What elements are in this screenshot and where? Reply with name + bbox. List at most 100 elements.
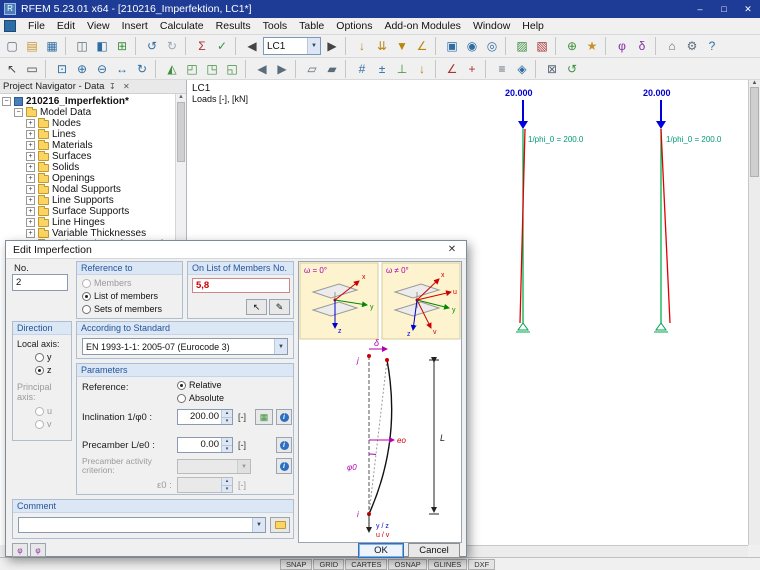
expander-icon[interactable]: + [26,207,35,216]
pin-icon[interactable]: ↧ [106,82,118,91]
help-icon[interactable]: ? [703,37,721,55]
navigator-toggle-icon[interactable]: ◧ [93,37,111,55]
radio-axis-v[interactable]: v [35,419,52,429]
expander-icon[interactable]: + [26,141,35,150]
menu-insert[interactable]: Insert [116,18,154,35]
radio-list-of-members[interactable]: List of members [82,291,158,301]
tree-item-lines[interactable]: + Lines [0,129,186,140]
view-in-y-icon[interactable]: ◳ [203,60,221,78]
tree-item-materials[interactable]: + Materials [0,140,186,151]
comment-browse-button[interactable] [270,517,290,533]
inclination-input[interactable]: 200.00 ▴ ▾ [177,409,233,425]
statusbar-cartes-toggle[interactable]: CARTES [345,558,388,570]
measure-icon[interactable]: ∠ [443,60,461,78]
expander-icon[interactable]: + [26,119,35,128]
menu-file[interactable]: File [22,18,51,35]
menu-calculate[interactable]: Calculate [154,18,210,35]
background-layers-icon[interactable]: ≡ [493,60,511,78]
pick-members-button[interactable]: ↖ [246,299,267,315]
inclination-info-button[interactable]: i [276,409,292,425]
tree-item-surfaces[interactable]: + Surfaces [0,151,186,162]
statusbar-osnap-toggle[interactable]: OSNAP [388,558,427,570]
zoom-out-icon[interactable]: ⊖ [93,60,111,78]
statusbar-dxf-toggle[interactable]: DXF [468,558,496,570]
menu-help[interactable]: Help [516,18,550,35]
tree-item-nodes[interactable]: + Nodes [0,118,186,129]
menu-table[interactable]: Table [293,18,330,35]
radio-sets-of-members[interactable]: Sets of members [82,304,162,314]
dialog-close-icon[interactable]: ✕ [438,241,466,259]
inclination-table-button[interactable]: ▦ [255,409,273,425]
previous-view-icon[interactable]: ◀ [253,60,271,78]
member-load-icon[interactable]: ⇊ [373,37,391,55]
view-isometric-icon[interactable]: ◭ [163,60,181,78]
phi-display-icon[interactable]: φ [613,37,631,55]
show-values-icon[interactable]: ± [373,60,391,78]
tables-toggle-icon[interactable]: ⊞ [113,37,131,55]
tree-item-variable-thicknesses[interactable]: + Variable Thicknesses [0,228,186,239]
no-input[interactable]: 2 [12,274,68,291]
radio-axis-y[interactable]: y [35,352,52,362]
standard-select[interactable]: EN 1993-1-1: 2005-07 (Eurocode 3) ▼ [82,338,288,355]
new-imperfection-button[interactable]: φ [12,543,28,557]
new-window-icon[interactable]: ▣ [443,37,461,55]
radio-axis-z[interactable]: z [35,365,52,375]
print-icon[interactable]: ◫ [73,37,91,55]
tree-item-solids[interactable]: + Solids [0,162,186,173]
loadcase-next-icon[interactable]: ▶ [323,37,341,55]
scroll-thumb[interactable] [750,87,759,177]
panel-close-icon[interactable]: ✕ [120,82,132,91]
wireframe-display-icon[interactable]: ▱ [303,60,321,78]
expander-icon[interactable]: − [14,108,23,117]
radio-axis-u[interactable]: u [35,406,52,416]
spinner-icons[interactable]: ▴ ▾ [221,438,232,452]
statusbar-grid-toggle[interactable]: GRID [313,558,345,570]
radio-absolute[interactable]: Absolute [177,393,224,403]
load-case-selector[interactable]: LC1 ▼ [263,37,321,55]
expander-icon[interactable]: + [26,218,35,227]
precamber-input[interactable]: 0.00 ▴ ▾ [177,437,233,453]
loadcase-previous-icon[interactable]: ◀ [243,37,261,55]
surface-load-icon[interactable]: ▼ [393,37,411,55]
spinner-icons[interactable]: ▴ ▾ [221,410,232,424]
statusbar-snap-toggle[interactable]: SNAP [280,558,313,570]
menu-edit[interactable]: Edit [51,18,81,35]
ok-button[interactable]: OK [358,543,404,558]
nodal-load-icon[interactable]: ↓ [353,37,371,55]
chevron-down-icon[interactable]: ▼ [307,38,320,54]
menu-add-on-modules[interactable]: Add-on Modules [378,18,466,35]
chevron-down-icon[interactable]: ▼ [274,339,287,354]
maximize-icon[interactable]: □ [712,0,736,18]
minimize-icon[interactable]: – [688,0,712,18]
comment-input[interactable]: ▼ [18,517,266,533]
menu-tools[interactable]: Tools [257,18,294,35]
view-in-x-icon[interactable]: ◰ [183,60,201,78]
vertical-scrollbar[interactable]: ▲ [748,80,760,545]
show-numbering-icon[interactable]: # [353,60,371,78]
display-properties-icon[interactable]: ◈ [513,60,531,78]
menu-window[interactable]: Window [467,18,516,35]
home-view-icon[interactable]: ⌂ [663,37,681,55]
favorites-icon[interactable]: ★ [583,37,601,55]
save-icon[interactable]: ▦ [43,37,61,55]
members-list-input[interactable]: 5,8 [192,278,290,293]
select-arrow-icon[interactable]: ↖ [3,60,21,78]
tree-root[interactable]: − 210216_Imperfektion* [0,96,186,107]
expander-icon[interactable]: + [26,185,35,194]
pan-icon[interactable]: ↔ [113,60,131,78]
menu-options[interactable]: Options [330,18,378,35]
dialog-titlebar[interactable]: Edit Imperfection ✕ [6,241,466,259]
expander-icon[interactable]: + [26,163,35,172]
user-views-icon[interactable]: ◎ [483,37,501,55]
close-icon[interactable]: ✕ [736,0,760,18]
menu-results[interactable]: Results [210,18,257,35]
coordinate-system-icon[interactable]: + [463,60,481,78]
zoom-in-icon[interactable]: ⊕ [73,60,91,78]
view-in-z-icon[interactable]: ◱ [223,60,241,78]
next-view-icon[interactable]: ▶ [273,60,291,78]
precamber-info-button[interactable]: i [276,437,292,453]
radio-relative[interactable]: Relative [177,380,222,390]
add-module-icon[interactable]: ⊕ [563,37,581,55]
edit-members-list-button[interactable]: ✎ [269,299,290,315]
expander-icon[interactable]: + [26,152,35,161]
